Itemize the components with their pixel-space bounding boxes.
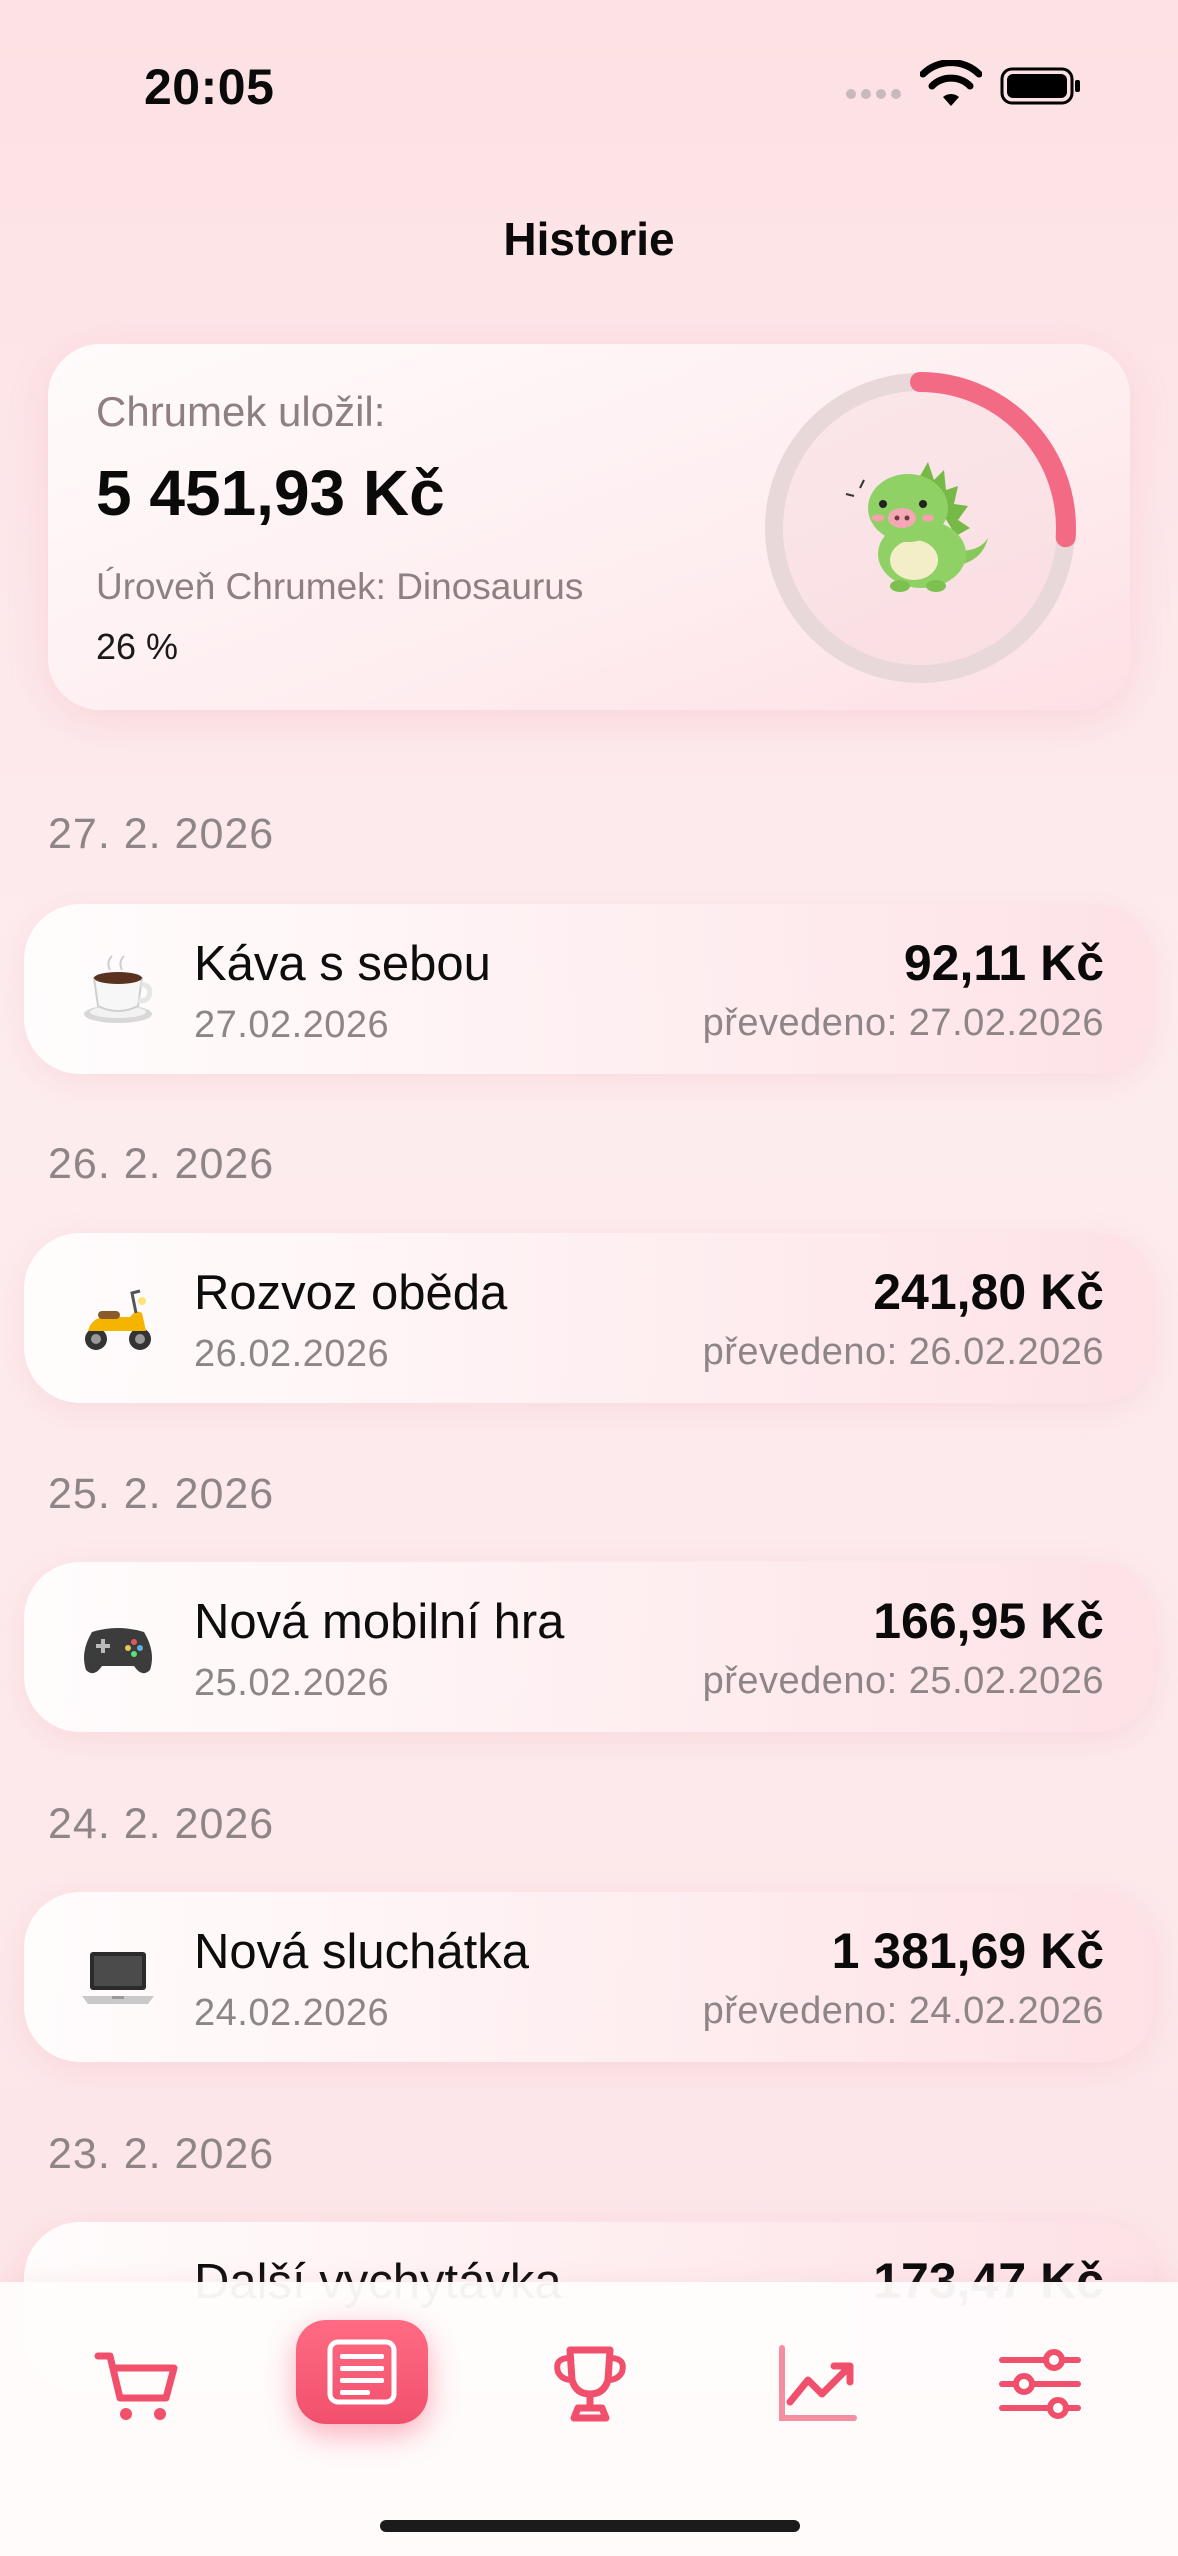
- saved-label: Chrumek uložil:: [96, 388, 386, 435]
- wifi-icon: [920, 60, 982, 106]
- date-header: 23. 2. 2026: [48, 2130, 275, 2178]
- battery-icon: [1000, 67, 1080, 105]
- transaction-row[interactable]: Rozvoz oběda 26.02.2026 241,80 Kč převed…: [24, 1233, 1154, 1403]
- transaction-row[interactable]: Káva s sebou 27.02.2026 92,11 Kč převede…: [24, 904, 1154, 1074]
- trophy-icon[interactable]: [542, 2336, 638, 2432]
- transaction-amount: 166,95 Kč: [873, 1593, 1104, 1649]
- transaction-date: 24.02.2026: [194, 1992, 390, 2034]
- date-header: 24. 2. 2026: [48, 1800, 275, 1848]
- transaction-name: Nová mobilní hra: [194, 1595, 565, 1649]
- transaction-date: 26.02.2026: [194, 1333, 390, 1375]
- transaction-amount: 241,80 Kč: [873, 1264, 1104, 1320]
- saved-amount: 5 451,93 Kč: [96, 457, 445, 529]
- chart-trend-icon[interactable]: [768, 2336, 864, 2432]
- coffee-cup-icon: [84, 955, 153, 1023]
- level-percent: 26 %: [96, 626, 179, 667]
- transaction-amount: 1 381,69 Kč: [831, 1923, 1104, 1979]
- transaction-name: Nová sluchátka: [194, 1925, 530, 1979]
- home-indicator: [380, 2520, 800, 2532]
- transaction-date: 27.02.2026: [194, 1004, 390, 1046]
- status-time: 20:05: [144, 59, 275, 115]
- cellular-signal-icon: [846, 86, 906, 100]
- history-list-icon: [327, 2339, 397, 2405]
- history-tab-button[interactable]: [296, 2320, 428, 2424]
- progress-ring: [764, 372, 1076, 684]
- scooter-icon: [85, 1289, 151, 1350]
- transfer-date: převedeno: 26.02.2026: [702, 1331, 1104, 1373]
- sliders-icon[interactable]: [992, 2336, 1088, 2432]
- laptop-icon: [82, 1952, 154, 2004]
- transaction-amount: 92,11 Kč: [903, 935, 1104, 991]
- transfer-date: převedeno: 27.02.2026: [702, 1002, 1104, 1044]
- transaction-name: Káva s sebou: [194, 937, 491, 991]
- gamepad-icon: [84, 1628, 152, 1674]
- date-header: 25. 2. 2026: [48, 1470, 275, 1518]
- cart-icon[interactable]: [90, 2336, 186, 2432]
- level-label: Úroveň Chrumek: Dinosaurus: [96, 566, 584, 607]
- transaction-name: Rozvoz oběda: [194, 1266, 508, 1320]
- transaction-row[interactable]: Nová mobilní hra 25.02.2026 166,95 Kč př…: [24, 1562, 1154, 1732]
- transfer-date: převedeno: 24.02.2026: [702, 1990, 1104, 2032]
- transfer-date: převedeno: 25.02.2026: [702, 1660, 1104, 1702]
- page-title: Historie: [503, 213, 675, 265]
- date-header: 26. 2. 2026: [48, 1140, 275, 1188]
- transaction-date: 25.02.2026: [194, 1662, 390, 1704]
- date-header: 27. 2. 2026: [48, 810, 275, 858]
- transaction-row[interactable]: Nová sluchátka 24.02.2026 1 381,69 Kč př…: [24, 1892, 1154, 2062]
